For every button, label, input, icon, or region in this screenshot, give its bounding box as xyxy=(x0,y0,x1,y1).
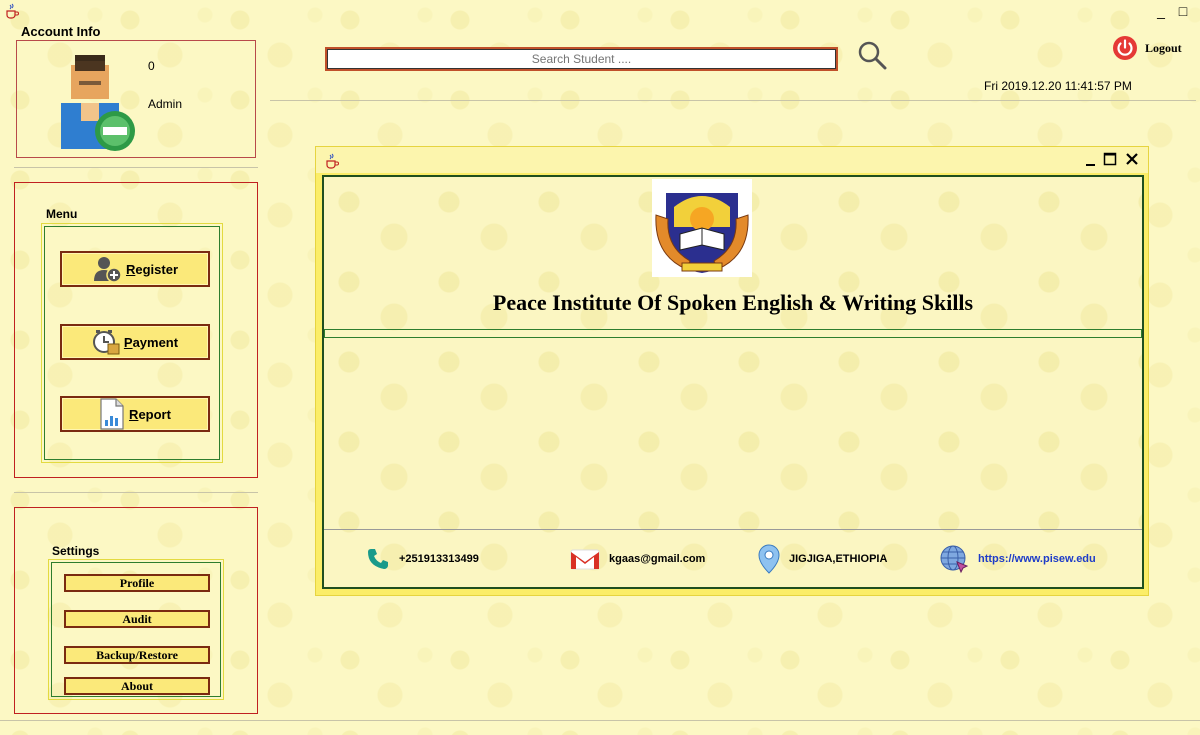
phone-text: +251913313499 xyxy=(399,553,479,565)
payment-label: Payment xyxy=(123,334,179,350)
report-button[interactable]: Report xyxy=(60,396,210,432)
about-button[interactable]: About xyxy=(64,677,210,695)
settings-panel: Settings Profile Audit Backup/Restore Ab… xyxy=(14,507,258,714)
register-button[interactable]: Register xyxy=(60,251,210,287)
user-id-value: 0 xyxy=(148,59,155,73)
menu-title: Menu xyxy=(46,207,78,221)
add-user-icon xyxy=(93,257,122,283)
search-input[interactable] xyxy=(325,47,838,71)
divider xyxy=(14,492,258,493)
settings-title: Settings xyxy=(52,544,100,558)
clock-money-icon xyxy=(92,330,120,355)
frame-maximize-icon[interactable] xyxy=(1103,152,1117,166)
report-label: Report xyxy=(129,406,171,422)
datetime-display: Fri 2019.12.20 11:41:57 PM xyxy=(984,79,1132,93)
java-cup-icon xyxy=(326,153,339,169)
contact-location: JIGJIGA,ETHIOPIA xyxy=(758,544,888,574)
profile-button[interactable]: Profile xyxy=(64,574,210,592)
contact-website[interactable]: https://www.pisew.edu xyxy=(939,545,1096,574)
internal-frame-body: Peace Institute Of Spoken English & Writ… xyxy=(322,175,1144,589)
logout-label: Logout xyxy=(1145,40,1182,55)
minimize-button[interactable]: _ xyxy=(1154,3,1168,19)
logout-button[interactable]: Logout xyxy=(1112,35,1182,61)
internal-frame-titlebar[interactable] xyxy=(316,147,1148,173)
phone-icon xyxy=(368,549,388,569)
footer-divider xyxy=(324,529,1142,530)
user-role-value: Admin xyxy=(148,97,183,111)
menu-inner-border: Register Payment Report xyxy=(44,226,220,460)
gmail-icon xyxy=(570,549,600,570)
frame-minimize-icon[interactable] xyxy=(1084,151,1098,169)
window-titlebar: _ □ xyxy=(0,0,1200,22)
header-divider xyxy=(270,100,1196,101)
search-icon[interactable] xyxy=(857,40,887,70)
location-text: JIGJIGA,ETHIOPIA xyxy=(789,553,888,565)
java-cup-icon xyxy=(6,3,19,19)
internal-frame-window[interactable]: Peace Institute Of Spoken English & Writ… xyxy=(315,146,1149,596)
menu-inner-frame: Register Payment Report xyxy=(41,223,223,463)
contact-email: kgaas@gmail.com xyxy=(570,545,705,573)
account-info-title: Account Info xyxy=(21,24,101,39)
user-avatar-icon xyxy=(61,55,135,151)
divider xyxy=(14,167,258,168)
globe-icon xyxy=(940,545,969,574)
title-divider-strip xyxy=(324,329,1142,338)
email-text: kgaas@gmail.com xyxy=(609,553,706,565)
menu-panel: Menu Register Payment Report xyxy=(14,182,258,478)
account-info-panel: 0 Admin xyxy=(16,40,256,158)
maximize-button[interactable]: □ xyxy=(1176,3,1190,19)
institute-title: Peace Institute Of Spoken English & Writ… xyxy=(492,290,974,315)
register-label: Register xyxy=(125,261,179,277)
location-pin-icon xyxy=(758,544,780,574)
website-link[interactable]: https://www.pisew.edu xyxy=(978,553,1096,565)
institute-logo-icon xyxy=(652,179,752,277)
audit-button[interactable]: Audit xyxy=(64,610,210,628)
settings-inner-frame: Profile Audit Backup/Restore About xyxy=(48,559,224,700)
frame-close-icon[interactable] xyxy=(1124,149,1140,169)
contact-phone: +251913313499 xyxy=(366,545,479,573)
bottom-divider xyxy=(0,720,1200,721)
backup-restore-button[interactable]: Backup/Restore xyxy=(64,646,210,664)
report-document-icon xyxy=(100,398,124,430)
settings-inner-border: Profile Audit Backup/Restore About xyxy=(51,562,221,697)
payment-button[interactable]: Payment xyxy=(60,324,210,360)
power-icon xyxy=(1113,36,1137,60)
